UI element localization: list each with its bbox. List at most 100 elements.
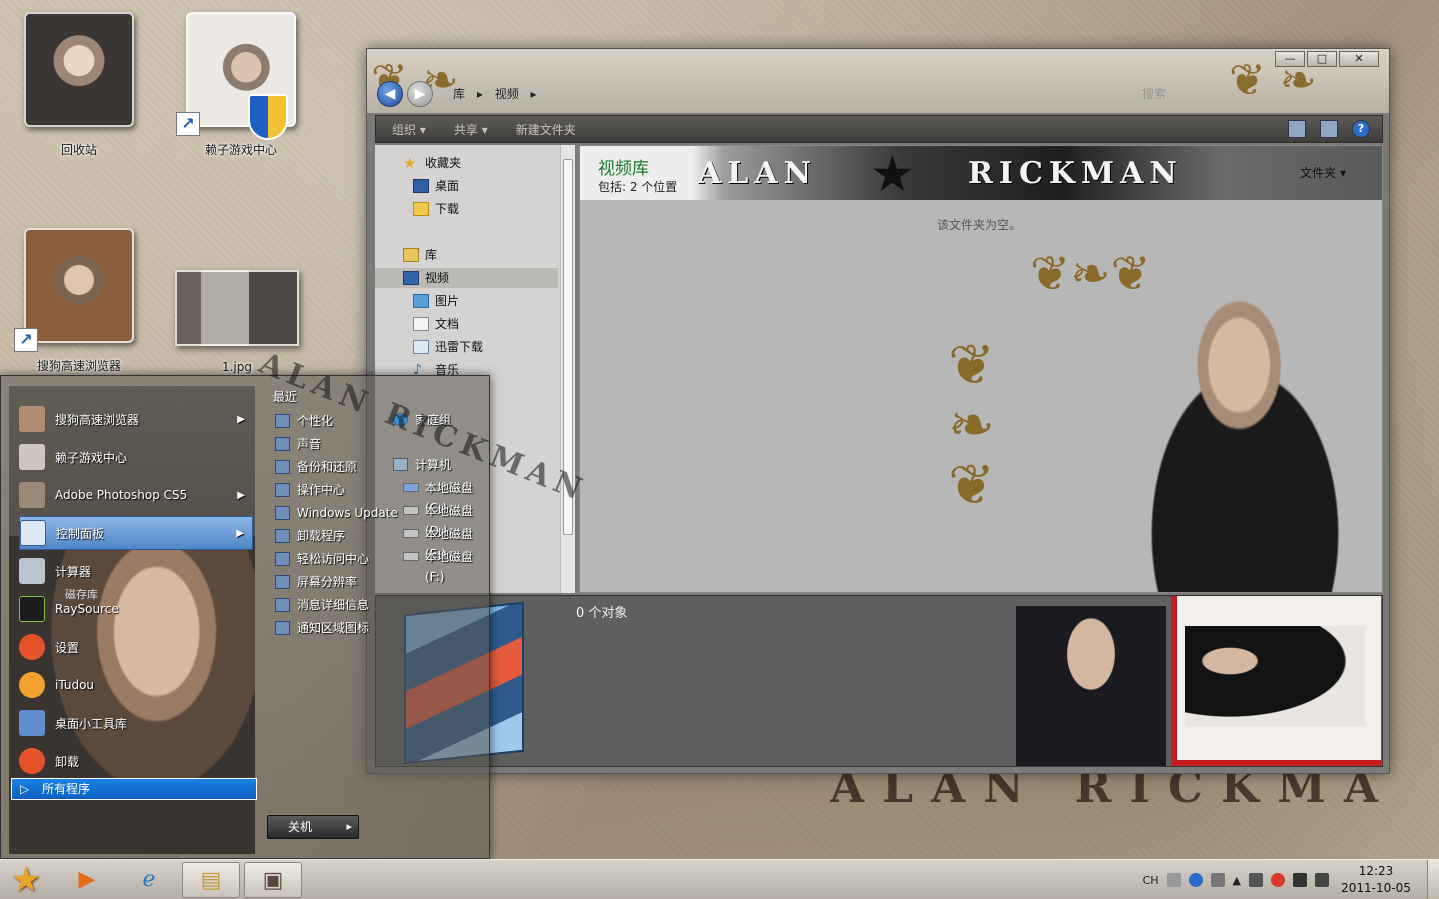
program-uninstall[interactable]: 卸载 [19, 744, 253, 778]
show-hidden-icons-icon[interactable]: ▲ [1233, 874, 1241, 887]
nav-item-desktop[interactable]: 桌面 [413, 176, 459, 196]
item-count: 0 个对象 [576, 606, 628, 621]
details-photo [1016, 606, 1166, 766]
volume-icon[interactable] [1249, 873, 1263, 887]
keyboard-icon[interactable] [1166, 873, 1181, 887]
preview-pane-icon[interactable] [1320, 120, 1338, 138]
forward-button[interactable]: ▶ [407, 81, 433, 107]
image-file-icon [175, 270, 299, 346]
program-itudou[interactable]: iTudou [19, 668, 253, 702]
star-icon: ★ [403, 154, 417, 172]
help-icon[interactable] [1188, 873, 1203, 887]
start-button[interactable]: ★ [4, 862, 48, 898]
taskbar-explorer[interactable]: ▤ [182, 862, 240, 898]
nav-item-pictures[interactable]: 图片 [413, 291, 459, 311]
pictures-library-icon [413, 294, 429, 308]
minimize-button[interactable]: — [1275, 51, 1305, 67]
drive-d[interactable]: 本地磁盘 (D:) [403, 501, 489, 538]
nav-item-libraries[interactable]: 库 [403, 245, 437, 265]
documents-library-icon [413, 317, 429, 331]
search-input[interactable]: 搜索 [1142, 83, 1372, 105]
recent-item-backup[interactable]: 备份和还原 [275, 457, 357, 477]
network-icon[interactable] [1315, 873, 1329, 887]
nav-item-documents[interactable]: 文档 [413, 314, 459, 334]
taskbar-internet-explorer[interactable]: ℯ [120, 862, 178, 898]
explorer-window[interactable]: ❦ ❧ ❦ ❧ ◀ ▶ 库 ▸ 视频 ▸ 搜索 — □ ✕ 组织 ▾ 共享 ▾ … [366, 48, 1390, 774]
explorer-titlebar[interactable]: ❦ ❧ ❦ ❧ ◀ ▶ 库 ▸ 视频 ▸ 搜索 — □ ✕ [367, 49, 1389, 113]
calculator-icon [19, 558, 45, 584]
library-locations-link[interactable]: 包括: 2 个位置 [598, 178, 677, 195]
program-settings[interactable]: 设置 [19, 630, 253, 664]
display-icon [275, 575, 290, 589]
drive-icon [403, 529, 419, 538]
maximize-button[interactable]: □ [1307, 51, 1337, 67]
shutdown-button[interactable]: 关机 [267, 815, 359, 839]
recent-item-screen-resolution[interactable]: 屏幕分辨率 [275, 572, 357, 592]
nav-item-xunlei[interactable]: 迅雷下载 [413, 337, 483, 357]
recent-item-windows-update[interactable]: Windows Update [275, 503, 398, 523]
sogou-browser-icon [19, 406, 45, 432]
address-bar[interactable]: 库 ▸ 视频 ▸ [453, 83, 1093, 105]
show-desktop-button[interactable] [1427, 860, 1439, 899]
breadcrumb-library[interactable]: 库 [453, 87, 465, 101]
taskbar-app-thumbnail[interactable]: ▣ [244, 862, 302, 898]
gadgets-icon [19, 710, 45, 736]
drive-e[interactable]: 本地磁盘 (E:) [403, 524, 489, 561]
share-button[interactable]: 共享 ▾ [454, 121, 488, 138]
close-button[interactable]: ✕ [1339, 51, 1379, 67]
recent-item-message-details[interactable]: 消息详细信息 [275, 595, 369, 615]
message-icon [275, 598, 290, 612]
language-indicator[interactable]: CH [1143, 874, 1159, 887]
nav-item-video[interactable]: 视频 [375, 268, 558, 288]
program-raysource[interactable]: RaySource [19, 592, 253, 626]
desktop-icon-sogou-browser[interactable]: ↗ 搜狗高速浏览器 [14, 228, 144, 374]
game-center-icon [19, 444, 45, 470]
flag-icon [275, 483, 290, 497]
program-control-panel[interactable]: 控制面板 ▶ [19, 516, 253, 550]
nav-scrollbar[interactable] [560, 145, 575, 593]
recent-item-sound[interactable]: 声音 [275, 434, 321, 454]
place-computer[interactable]: 计算机 [393, 455, 451, 475]
nav-item-favorites[interactable]: ★ 收藏夹 [403, 153, 461, 173]
program-calculator[interactable]: 计算器 [19, 554, 253, 588]
recent-item-personalize[interactable]: 个性化 [275, 411, 333, 431]
desktop-icon [413, 179, 429, 193]
recent-item-action-center[interactable]: 操作中心 [275, 480, 345, 500]
taskbar-media-player[interactable]: ▶ [58, 862, 116, 898]
library-title: 视频库 [598, 159, 649, 179]
program-game-center[interactable]: 赖子游戏中心 [19, 440, 253, 474]
desktop-icon-recycle-bin[interactable]: 回收站 [14, 12, 144, 158]
help-icon[interactable]: ? [1352, 120, 1370, 138]
uac-shield-icon [248, 94, 288, 140]
action-center-flag-icon[interactable] [1293, 873, 1307, 887]
desktop-icon-game-center[interactable]: ↗ 赖子游戏中心 [176, 12, 306, 158]
programs-icon [275, 529, 290, 543]
drive-f[interactable]: 本地磁盘 (F:) [403, 547, 489, 584]
new-folder-button[interactable]: 新建文件夹 [516, 121, 576, 138]
recent-item-ease-of-access[interactable]: 轻松访问中心 [275, 549, 369, 569]
back-button[interactable]: ◀ [377, 81, 403, 107]
program-sogou-browser[interactable]: 搜狗高速浏览器 ▶ [19, 402, 253, 436]
drive-c[interactable]: 本地磁盘 (C:) [403, 478, 489, 515]
chevron-right-icon: ▶ [236, 527, 244, 539]
drive-icon [403, 552, 419, 561]
nav-item-downloads[interactable]: 下载 [413, 199, 459, 219]
speaker-icon [275, 437, 290, 451]
recent-item-notification-icons[interactable]: 通知区域图标 [275, 618, 369, 638]
arrange-by-dropdown[interactable]: 文件夹 ▾ [1300, 164, 1346, 181]
program-gadgets[interactable]: 桌面小工具库 [19, 706, 253, 740]
ease-of-access-icon [275, 552, 290, 566]
video-library-icon [403, 271, 419, 285]
qq-icon[interactable] [1271, 873, 1285, 887]
view-options-icon[interactable] [1288, 120, 1306, 138]
program-photoshop[interactable]: Adobe Photoshop CS5 ▶ [19, 478, 253, 512]
input-method-icon[interactable] [1210, 873, 1225, 887]
gift-frame-photo [1171, 596, 1381, 766]
chevron-right-icon: ▸ [476, 87, 483, 101]
breadcrumb-video[interactable]: 视频 [495, 87, 519, 101]
all-programs-button[interactable]: 所有程序 [11, 778, 257, 800]
content-pane[interactable]: 视频库 包括: 2 个位置 ALAN ★ RICKMAN 文件夹 ▾ 该文件夹为… [579, 145, 1383, 593]
recent-item-uninstall-program[interactable]: 卸载程序 [275, 526, 345, 546]
organize-button[interactable]: 组织 ▾ [392, 121, 426, 138]
clock[interactable]: 12:23 2011-10-05 [1337, 863, 1415, 897]
